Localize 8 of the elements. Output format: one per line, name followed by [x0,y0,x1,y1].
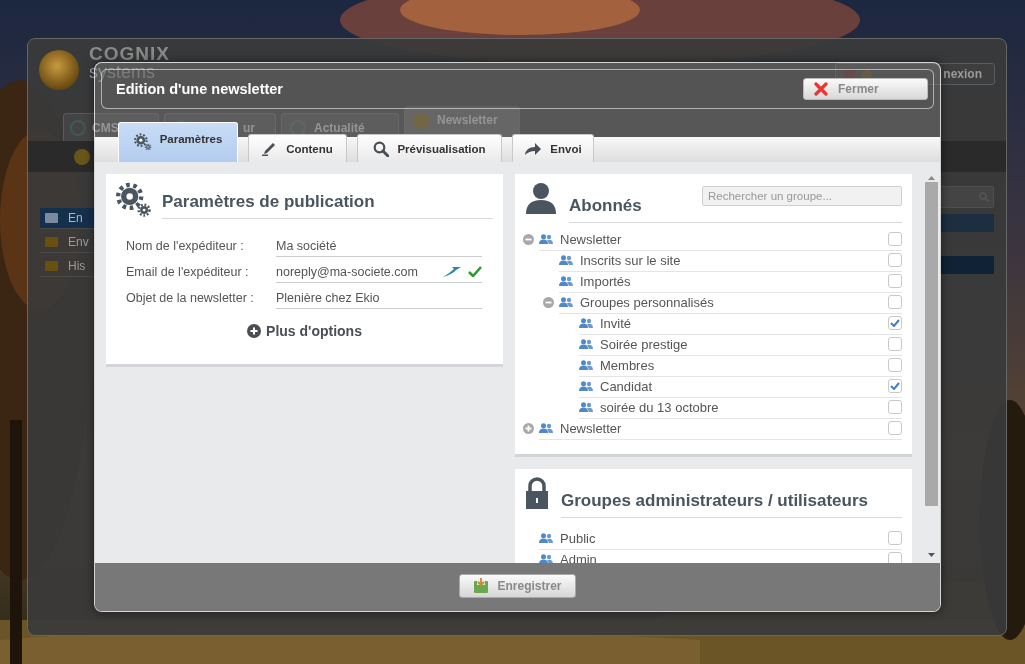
card-title: Abonnés [569,196,642,216]
card-title: Groupes administrateurs / utilisateurs [561,491,869,511]
field-label: Email de l'expéditeur : [126,264,250,281]
card-title: Paramètres de publication [162,192,375,212]
dialog-title: Edition d'une newsletter [116,81,283,97]
field-label: Objet de la newsletter : [126,290,255,307]
field-label: Nom de l'expéditeur : [126,238,245,255]
logo-name: COGNIX [89,46,170,62]
